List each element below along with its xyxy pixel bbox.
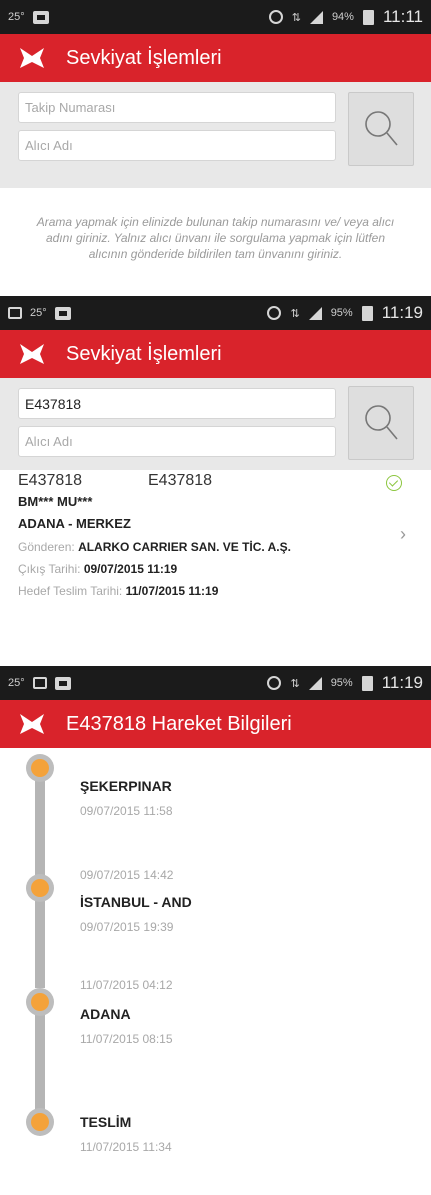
search-panel: E437818 Alıcı Adı xyxy=(0,378,431,470)
result-sender: Gönderen: ALARKO CARRIER SAN. VE TİC. A.… xyxy=(18,540,291,554)
timeline-dot xyxy=(26,1108,54,1136)
result-target-date: Hedef Teslim Tarihi: 11/07/2015 11:19 xyxy=(18,584,218,598)
event-time-after: 11/07/2015 08:15 xyxy=(80,1032,173,1046)
event-time-after: 09/07/2015 19:39 xyxy=(80,920,174,934)
event-time-after: 11/07/2015 11:34 xyxy=(80,1140,172,1154)
search-button[interactable] xyxy=(348,386,414,460)
status-temperature: 25° xyxy=(8,11,25,23)
timeline-connector xyxy=(35,1000,45,1120)
event-time-before: 11/07/2015 04:12 xyxy=(80,978,173,992)
timeline: ŞEKERPINAR 09/07/2015 11:58 09/07/2015 1… xyxy=(0,748,431,1195)
app-bar: Sevkiyat İşlemleri xyxy=(0,330,431,378)
app-logo-icon[interactable] xyxy=(18,44,46,72)
screen-search-empty: 25° ⇅ 94% 11:11 Sevkiyat İşlemleri Takip… xyxy=(0,0,431,290)
app-bar: E437818 Hareket Bilgileri xyxy=(0,700,431,748)
timeline-connector xyxy=(35,768,45,876)
result-tracking-id: E437818 xyxy=(18,472,83,489)
check-icon xyxy=(386,475,402,491)
search-icon xyxy=(365,111,398,146)
signal-icon xyxy=(308,306,322,320)
sender-value: ALARKO CARRIER SAN. VE TİC. A.Ş. xyxy=(78,540,291,554)
battery-icon xyxy=(362,9,374,25)
tracking-number-input[interactable]: E437818 xyxy=(18,388,336,419)
search-help-text: Arama yapmak için elinizde bulunan takip… xyxy=(36,215,395,261)
signal-icon xyxy=(309,10,323,24)
status-clock: 11:11 xyxy=(382,7,423,26)
signal-icon xyxy=(308,676,322,690)
event-time-after: 09/07/2015 11:58 xyxy=(80,804,173,818)
chevron-right-icon[interactable]: › xyxy=(400,524,406,545)
alarm-icon xyxy=(267,676,282,690)
network-icon: ⇅ xyxy=(291,11,301,24)
status-clock: 11:19 xyxy=(381,673,423,692)
search-panel: Takip Numarası Alıcı Adı xyxy=(0,82,431,188)
battery-percent: 94% xyxy=(331,11,354,23)
event-location: İSTANBUL - AND xyxy=(80,894,192,910)
network-icon: ⇅ xyxy=(290,307,300,320)
status-bar: 25° ⇅ 95% 11:19 xyxy=(0,296,431,330)
status-bar: 25° ⇅ 94% 11:11 xyxy=(0,0,431,34)
event-time-before: 09/07/2015 14:42 xyxy=(80,868,174,882)
search-icon xyxy=(365,405,398,440)
battery-icon xyxy=(361,305,373,321)
alarm-icon xyxy=(267,306,282,320)
bag-icon xyxy=(54,306,71,320)
shipment-result-item[interactable]: E437818 E437818 BM*** MU*** ADANA - MERK… xyxy=(0,472,431,660)
screen-tracking-timeline: 25° ⇅ 95% 11:19 E437818 Hareket Bilgiler… xyxy=(0,666,431,1195)
alarm-icon xyxy=(268,10,283,24)
screenshot-icon xyxy=(8,307,22,319)
result-exit-date: Çıkış Tarihi: 09/07/2015 11:19 xyxy=(18,562,177,576)
tracking-number-input[interactable]: Takip Numarası xyxy=(18,92,336,123)
exit-date-label: Çıkış Tarihi: xyxy=(18,562,81,576)
page-title: E437818 Hareket Bilgileri xyxy=(66,712,292,735)
timeline-dot xyxy=(26,874,54,902)
bag-icon xyxy=(32,10,49,24)
result-branch: ADANA - MERKEZ xyxy=(18,516,131,531)
sender-label: Gönderen: xyxy=(18,540,75,554)
receiver-name-input[interactable]: Alıcı Adı xyxy=(18,426,336,457)
battery-percent: 95% xyxy=(330,677,353,689)
network-icon: ⇅ xyxy=(290,677,300,690)
screenshot-icon xyxy=(32,677,47,689)
battery-icon xyxy=(361,675,373,691)
timeline-dot xyxy=(26,754,54,782)
event-location: ADANA xyxy=(80,1006,131,1022)
bag-icon xyxy=(54,676,71,690)
page-title: Sevkiyat İşlemleri xyxy=(66,46,222,69)
result-receiver: BM*** MU*** xyxy=(18,494,93,509)
battery-percent: 95% xyxy=(330,307,353,319)
exit-date-value: 09/07/2015 11:19 xyxy=(83,562,178,576)
result-reference-id: E437818 xyxy=(148,472,213,489)
event-location: TESLİM xyxy=(80,1114,132,1130)
search-button[interactable] xyxy=(348,92,414,166)
timeline-dot xyxy=(26,988,54,1016)
target-date-label: Hedef Teslim Tarihi: xyxy=(18,584,123,598)
screen-search-result: 25° ⇅ 95% 11:19 Sevkiyat İşlemleri E4378… xyxy=(0,296,431,660)
app-logo-icon[interactable] xyxy=(18,340,46,368)
page-title: Sevkiyat İşlemleri xyxy=(66,342,222,365)
receiver-name-input[interactable]: Alıcı Adı xyxy=(18,130,336,161)
app-bar: Sevkiyat İşlemleri xyxy=(0,34,431,82)
status-bar: 25° ⇅ 95% 11:19 xyxy=(0,666,431,700)
status-temperature: 25° xyxy=(8,677,25,689)
event-location: ŞEKERPINAR xyxy=(80,778,172,794)
status-clock: 11:19 xyxy=(381,303,423,322)
status-temperature: 25° xyxy=(30,307,47,319)
app-logo-icon[interactable] xyxy=(18,710,46,738)
timeline-connector xyxy=(35,890,45,988)
target-date-value: 11/07/2015 11:19 xyxy=(125,584,219,598)
